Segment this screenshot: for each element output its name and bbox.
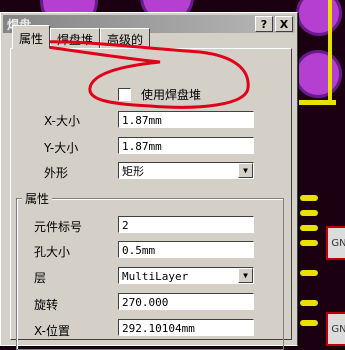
tab-pad-stack[interactable]: 焊盘堆: [50, 28, 101, 49]
designator-input[interactable]: 2: [118, 216, 254, 233]
shape-value: 矩形: [122, 165, 144, 178]
use-pad-stack-checkbox[interactable]: [118, 88, 131, 101]
gnd-label: GN: [331, 237, 345, 249]
use-pad-stack-row[interactable]: 使用焊盘堆: [118, 86, 201, 103]
y-size-label: Y-大小: [44, 141, 79, 155]
x-position-input[interactable]: 292.10104mm: [118, 319, 254, 336]
pcb-smd-pad: [300, 300, 318, 306]
shape-select[interactable]: 矩形 ▼: [118, 162, 254, 179]
pcb-gnd-pad: GN: [326, 226, 345, 260]
designator-label: 元件标号: [34, 220, 83, 234]
pcb-smd-pad: [300, 320, 318, 326]
layer-label: 层: [34, 271, 47, 285]
tab-advanced[interactable]: 高级的: [100, 28, 151, 49]
pcb-smd-pad: [300, 210, 318, 216]
layer-select[interactable]: MultiLayer ▼: [118, 267, 254, 284]
tab-properties[interactable]: 属性: [12, 25, 51, 49]
gnd-label: GN: [331, 323, 345, 335]
shape-label: 外形: [44, 166, 69, 180]
tab-strip: 属性 焊盘堆 高级的: [12, 25, 151, 49]
x-position-label: X-位置: [34, 324, 70, 338]
pcb-smd-pad: [300, 240, 318, 246]
pcb-smd-pad: [300, 270, 318, 276]
hole-size-input[interactable]: 0.5mm: [118, 241, 254, 258]
rotation-input[interactable]: 270.000: [118, 293, 254, 310]
rotation-label: 旋转: [34, 298, 59, 312]
pcb-trace: [296, 100, 336, 105]
pcb-smd-pad: [300, 225, 318, 231]
properties-group-label: 属性: [22, 190, 53, 207]
pcb-trace: [328, 0, 332, 100]
layer-value: MultiLayer: [122, 270, 189, 283]
chevron-down-icon[interactable]: ▼: [238, 268, 253, 283]
use-pad-stack-label: 使用焊盘堆: [141, 88, 202, 102]
chevron-down-icon[interactable]: ▼: [238, 163, 253, 178]
close-button[interactable]: X: [275, 16, 293, 32]
pcb-gnd-pad: GN: [326, 312, 345, 346]
x-size-label: X-大小: [44, 114, 80, 128]
pcb-pad-top-right: [296, 0, 342, 36]
y-size-input[interactable]: 1.87mm: [118, 137, 254, 154]
x-size-input[interactable]: 1.87mm: [118, 111, 254, 128]
pcb-pad-right: [294, 50, 342, 98]
help-button[interactable]: ?: [255, 16, 273, 32]
hole-size-label: 孔大小: [34, 245, 71, 259]
pcb-smd-pad: [300, 195, 318, 201]
